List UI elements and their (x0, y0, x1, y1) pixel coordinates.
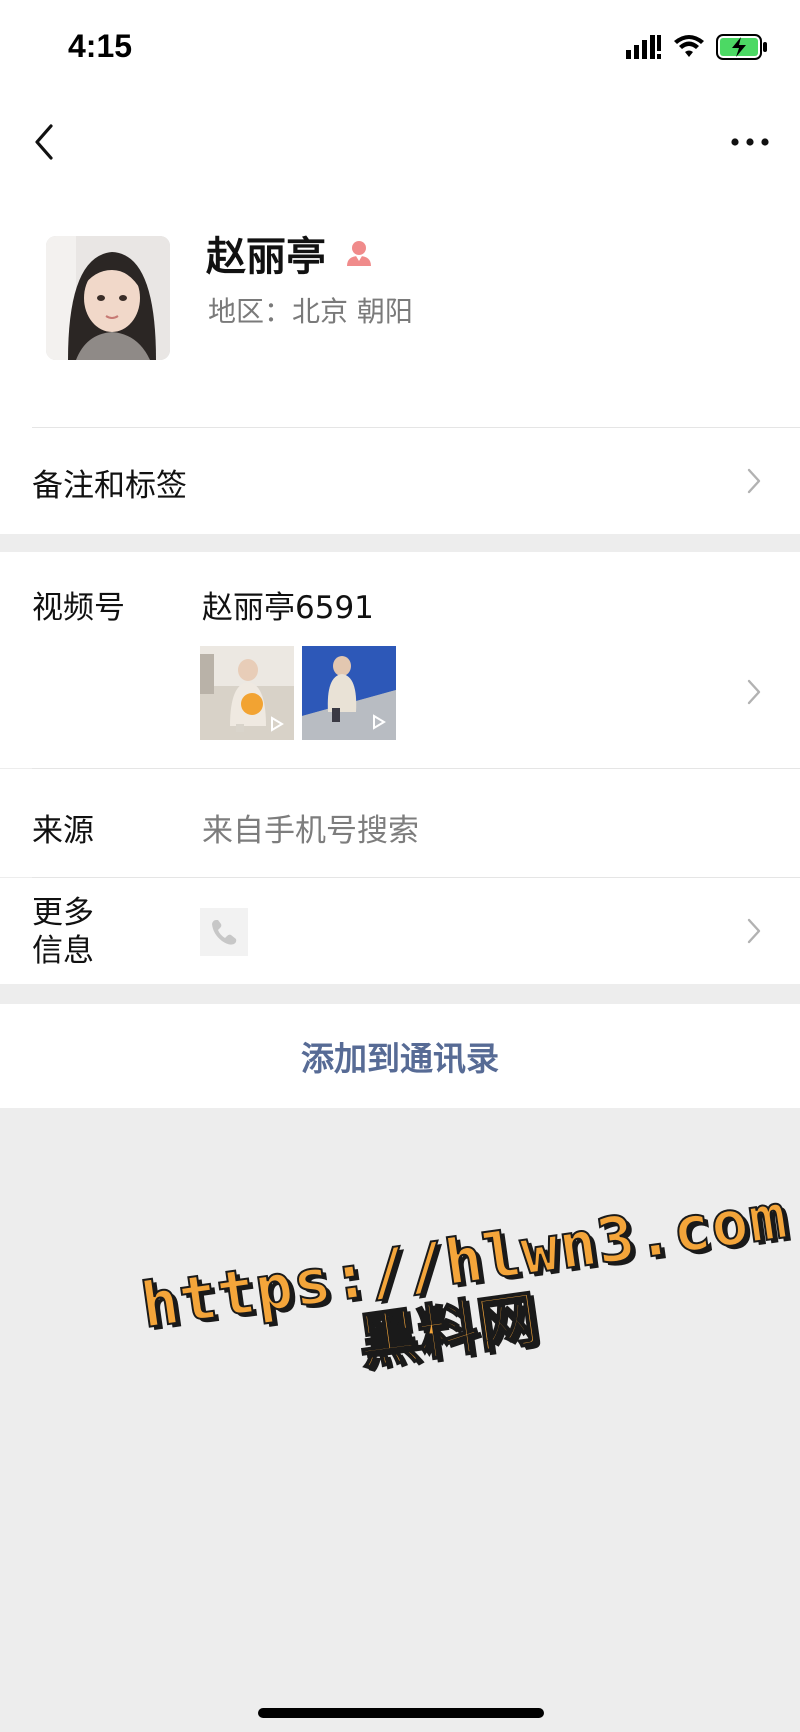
source-value: 来自手机号搜索 (202, 813, 419, 849)
signal-icon (626, 35, 661, 59)
chevron-right-icon (742, 461, 766, 501)
channels-row[interactable]: 视频号 赵丽亭6591 (0, 552, 800, 768)
channels-label: 视频号 (32, 590, 125, 626)
phone-icon (200, 908, 248, 956)
source-label: 来源 (32, 813, 94, 849)
nav-bar (0, 96, 800, 196)
status-time: 4:15 (68, 28, 133, 64)
chevron-right-icon (742, 911, 766, 951)
status-bar: 4:15 (0, 0, 800, 96)
channel-video-thumbnail[interactable] (200, 646, 294, 740)
watermark: https://hlwn3.com 黑料网 (135, 1178, 792, 1500)
ellipsis-icon (731, 138, 769, 146)
source-row: 来源 来自手机号搜索 (0, 769, 800, 877)
more-info-label-line2: 信息 (32, 933, 94, 969)
profile-header: 赵丽亭 地区：北京 朝阳 (0, 196, 800, 428)
avatar-image (46, 236, 170, 360)
name-row: 赵丽亭 (206, 224, 374, 282)
chevron-right-icon (742, 672, 766, 712)
contact-name: 赵丽亭 (206, 234, 326, 280)
home-indicator[interactable] (258, 1708, 544, 1718)
female-person-icon (347, 241, 371, 266)
chevron-left-icon (35, 124, 53, 160)
more-info-label-line1: 更多 (32, 895, 94, 931)
add-to-contacts-button[interactable]: 添加到通讯录 (0, 1004, 800, 1108)
wifi-icon (674, 35, 704, 57)
more-info-label: 更多 信息 (32, 894, 94, 970)
channels-value: 赵丽亭6591 (202, 590, 374, 626)
status-icons (626, 30, 768, 64)
more-info-row[interactable]: 更多 信息 (0, 878, 800, 984)
region-text: 地区：北京 朝阳 (208, 295, 413, 328)
more-button[interactable] (720, 112, 780, 172)
remarks-and-tags-row[interactable]: 备注和标签 (0, 428, 800, 534)
back-button[interactable] (22, 112, 66, 172)
avatar[interactable] (46, 236, 170, 360)
battery-charging-icon (716, 34, 767, 60)
remarks-and-tags-label: 备注和标签 (32, 468, 187, 504)
channel-video-thumbnail[interactable] (302, 646, 396, 740)
add-to-contacts-label: 添加到通讯录 (301, 1039, 499, 1078)
